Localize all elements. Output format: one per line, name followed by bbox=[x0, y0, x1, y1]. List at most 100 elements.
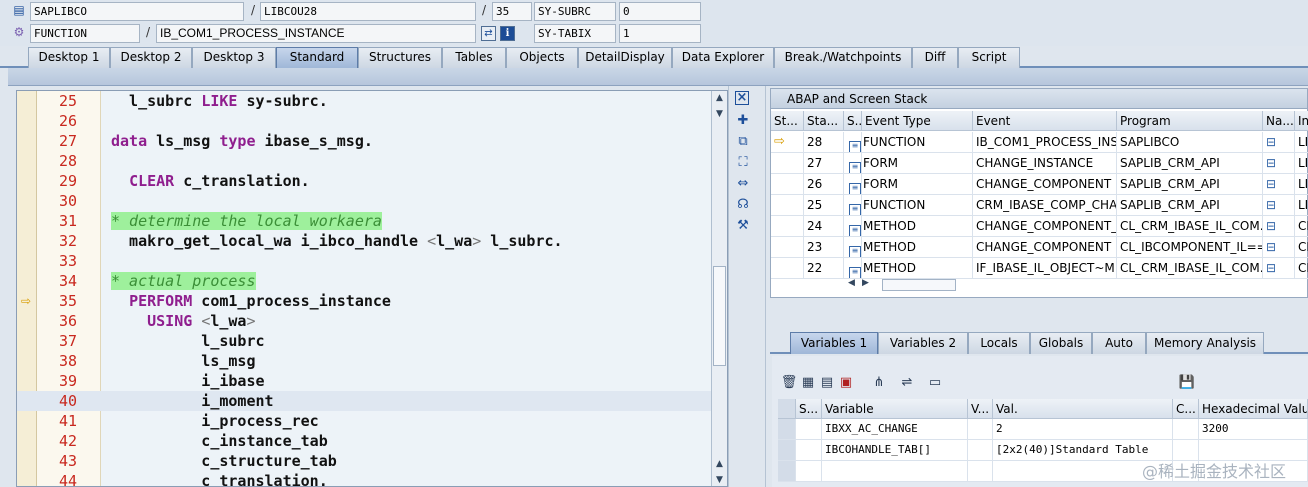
folder-icon[interactable]: ▭ bbox=[926, 374, 944, 392]
tab-script[interactable]: Script bbox=[958, 47, 1020, 68]
tab-desktop-1[interactable]: Desktop 1 bbox=[28, 47, 110, 68]
new-tool-icon[interactable]: ✚ bbox=[734, 112, 752, 130]
scroll-up-icon[interactable]: ▲ bbox=[712, 91, 727, 105]
var-col-s[interactable]: S... bbox=[796, 399, 822, 419]
sysfield-value-1[interactable]: 0 bbox=[619, 2, 701, 21]
stack-col-include[interactable]: In bbox=[1295, 111, 1308, 131]
variable-row[interactable]: IBXX_AC_CHANGE 2 3200 bbox=[778, 419, 1308, 440]
tab-variables-2[interactable]: Variables 2 bbox=[878, 332, 968, 354]
event-name-field[interactable]: IB_COM1_PROCESS_INSTANCE bbox=[156, 24, 476, 43]
program-field[interactable]: SAPLIBCO bbox=[30, 2, 244, 21]
stack-include: CL bbox=[1295, 258, 1308, 279]
code-line: 39 i_ibase bbox=[17, 371, 713, 391]
variable-name[interactable]: IBXX_AC_CHANGE bbox=[822, 419, 968, 440]
variable-value[interactable]: 2 bbox=[993, 419, 1173, 440]
var-col-variable[interactable]: Variable bbox=[822, 399, 968, 419]
stack-row[interactable]: ⇨ 28 ≡ FUNCTION IB_COM1_PROCESS_INS... SA… bbox=[771, 132, 1308, 153]
navigate-icon[interactable]: ⊟ bbox=[1263, 237, 1295, 258]
var-col-c[interactable]: C... bbox=[1173, 399, 1199, 419]
variable-name[interactable]: IBCOHANDLE_TAB[] bbox=[822, 440, 968, 461]
tab-structures[interactable]: Structures bbox=[358, 47, 442, 68]
settings-tool-icon[interactable]: ⚒ bbox=[734, 217, 752, 235]
navigate-icon[interactable]: ⊟ bbox=[1263, 216, 1295, 237]
stack-row[interactable]: 23 ≡ METHOD CHANGE_COMPONENT CL_IBCOMPONE… bbox=[771, 237, 1308, 258]
variable-name[interactable] bbox=[822, 461, 968, 482]
stack-level: 27 bbox=[804, 153, 844, 174]
stack-col-event[interactable]: Event bbox=[973, 111, 1117, 131]
include-field[interactable]: LIBCOU28 bbox=[260, 2, 476, 21]
stack-row[interactable]: 24 ≡ METHOD CHANGE_COMPONENT_... CL_CRM_I… bbox=[771, 216, 1308, 237]
transfer-icon[interactable]: ⇌ bbox=[898, 374, 916, 392]
var-s-cell bbox=[796, 440, 822, 461]
stack-col-nav[interactable]: Na... bbox=[1263, 111, 1295, 131]
save-icon[interactable]: 💾 bbox=[1178, 374, 1196, 392]
tab-diff[interactable]: Diff bbox=[912, 47, 958, 68]
scroll-up-icon[interactable]: ▲ bbox=[712, 457, 727, 471]
hierarchy-icon[interactable]: ⋔ bbox=[870, 374, 888, 392]
tab-objects[interactable]: Objects bbox=[506, 47, 578, 68]
tab-detaildisplay[interactable]: DetailDisplay bbox=[578, 47, 672, 68]
scroll-down-icon[interactable]: ▼ bbox=[712, 473, 727, 486]
stack-horizontal-scrollbar[interactable]: ◀ ▶ bbox=[848, 278, 958, 294]
row-selector[interactable] bbox=[778, 419, 796, 440]
tab-globals[interactable]: Globals bbox=[1030, 332, 1092, 354]
stack-col-level[interactable]: Sta... bbox=[804, 111, 844, 131]
editor-vertical-scrollbar[interactable]: ▲ ▼ ▲ ▼ bbox=[711, 91, 727, 486]
source-code-editor[interactable]: 25 l_subrc LIKE sy-subrc. 26 27 data ls_m… bbox=[16, 90, 728, 487]
navigate-icon[interactable]: ⇄ bbox=[481, 26, 496, 41]
stack-col-event-type[interactable]: Event Type bbox=[862, 111, 973, 131]
document-icon[interactable]: ▤ bbox=[818, 374, 836, 392]
save-variant-icon[interactable]: ▣ bbox=[837, 374, 855, 392]
code-line: 32 makro_get_local_wa i_ibco_handle <l_w… bbox=[17, 231, 713, 251]
var-col-value[interactable]: Val. bbox=[993, 399, 1173, 419]
tab-desktop-3[interactable]: Desktop 3 bbox=[192, 47, 276, 68]
tab-standard[interactable]: Standard bbox=[276, 47, 358, 68]
var-col-hex[interactable]: Hexadecimal Value bbox=[1199, 399, 1308, 419]
stack-row[interactable]: 27 ≡ FORM CHANGE_INSTANCE SAPLIB_CRM_API … bbox=[771, 153, 1308, 174]
scroll-up-icon[interactable]: ▼ bbox=[712, 107, 727, 121]
stack-row[interactable]: 26 ≡ FORM CHANGE_COMPONENT SAPLIB_CRM_API… bbox=[771, 174, 1308, 195]
select-all-icon[interactable]: ▦ bbox=[799, 374, 817, 392]
scroll-thumb[interactable] bbox=[882, 279, 956, 291]
current-level-arrow-icon: ⇨ bbox=[771, 132, 804, 153]
stack-col-program[interactable]: Program bbox=[1117, 111, 1263, 131]
delete-icon[interactable]: 🗑 bbox=[780, 374, 798, 392]
row-selector[interactable] bbox=[778, 440, 796, 461]
sysfield-label-2[interactable]: SY-TABIX bbox=[534, 24, 616, 43]
sysfield-value-2[interactable]: 1 bbox=[619, 24, 701, 43]
services-icon[interactable]: ☊ bbox=[734, 196, 752, 214]
stack-level: 28 bbox=[804, 132, 844, 153]
line-field[interactable]: 35 bbox=[492, 2, 532, 21]
stack-col-s[interactable]: S... bbox=[844, 111, 862, 131]
scroll-left-icon[interactable]: ◀ bbox=[848, 278, 855, 288]
var-col-v[interactable]: V... bbox=[968, 399, 993, 419]
line-number: 27 bbox=[59, 132, 78, 150]
tab-locals[interactable]: Locals bbox=[968, 332, 1030, 354]
stack-row[interactable]: 22 ≡ METHOD IF_IBASE_IL_OBJECT~M... CL_CR… bbox=[771, 258, 1308, 279]
replace-tool-icon[interactable]: ⧉ bbox=[734, 133, 752, 151]
navigate-icon[interactable]: ⊟ bbox=[1263, 174, 1295, 195]
tab-breakpoints[interactable]: Break./Watchpoints bbox=[774, 47, 912, 68]
swap-tool-icon[interactable]: ⇔ bbox=[734, 175, 752, 193]
stack-row[interactable]: 25 ≡ FUNCTION CRM_IBASE_COMP_CHA... SAPLI… bbox=[771, 195, 1308, 216]
full-screen-icon[interactable]: ⛶ bbox=[734, 154, 752, 172]
stack-col-state[interactable]: St... bbox=[771, 111, 804, 131]
stack-event: CHANGE_COMPONENT bbox=[973, 237, 1117, 258]
tab-tables[interactable]: Tables bbox=[442, 47, 506, 68]
sysfield-label-1[interactable]: SY-SUBRC bbox=[534, 2, 616, 21]
navigate-icon[interactable]: ⊟ bbox=[1263, 132, 1295, 153]
row-selector[interactable] bbox=[778, 461, 796, 482]
close-tool-icon[interactable]: × bbox=[735, 91, 749, 105]
tab-data-explorer[interactable]: Data Explorer bbox=[672, 47, 774, 68]
tab-auto[interactable]: Auto bbox=[1092, 332, 1146, 354]
scroll-right-icon[interactable]: ▶ bbox=[862, 278, 869, 288]
navigate-icon[interactable]: ⊟ bbox=[1263, 153, 1295, 174]
tab-memory-analysis[interactable]: Memory Analysis bbox=[1146, 332, 1264, 354]
scroll-thumb[interactable] bbox=[713, 266, 726, 366]
tab-desktop-2[interactable]: Desktop 2 bbox=[110, 47, 192, 68]
tab-variables-1[interactable]: Variables 1 bbox=[790, 332, 878, 354]
info-icon[interactable]: i bbox=[500, 26, 515, 41]
navigate-icon[interactable]: ⊟ bbox=[1263, 195, 1295, 216]
navigate-icon[interactable]: ⊟ bbox=[1263, 258, 1295, 279]
event-type-field[interactable]: FUNCTION bbox=[30, 24, 140, 43]
